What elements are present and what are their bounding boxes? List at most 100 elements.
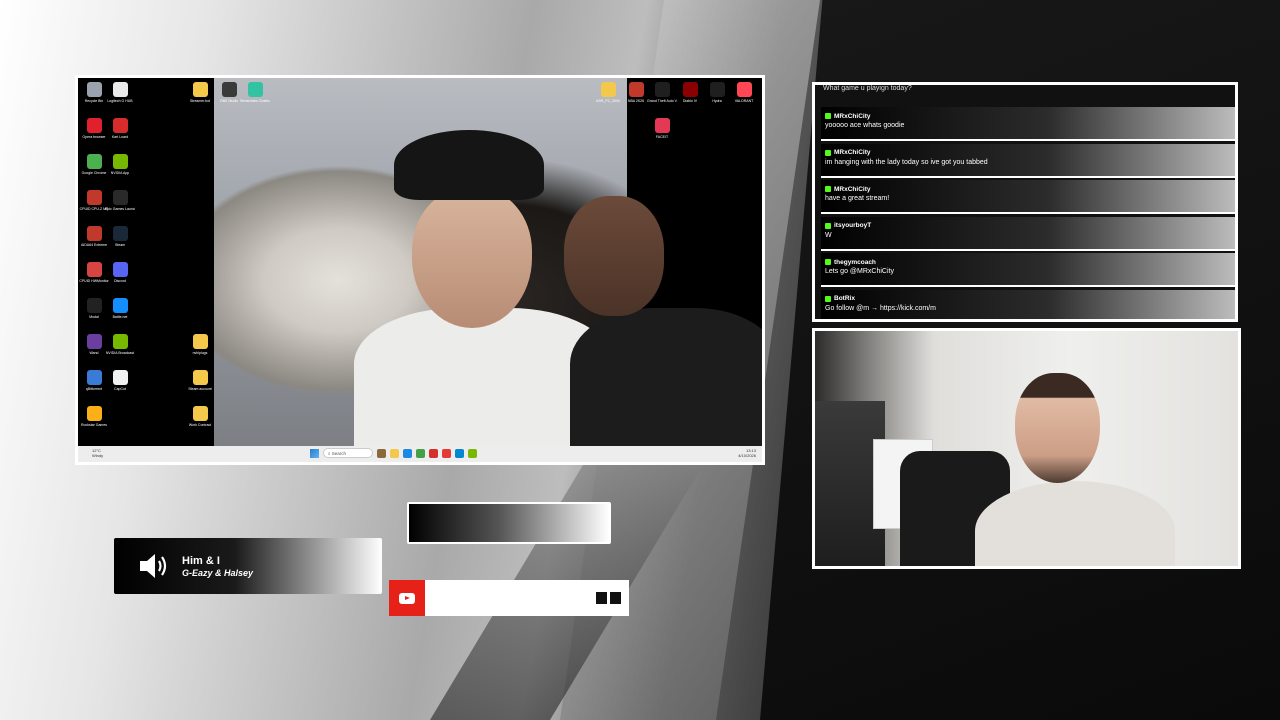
chat-message-text: Go follow @m → https://kick.com/m bbox=[825, 304, 936, 312]
desktop-icon[interactable]: Discord bbox=[106, 260, 134, 296]
desktop-icon[interactable]: NVIDIA App bbox=[106, 152, 134, 188]
pause-icon bbox=[596, 592, 621, 604]
song-artist: G-Eazy & Halsey bbox=[182, 567, 254, 578]
desktop-icon[interactable]: Grand Theft Auto V bbox=[647, 80, 677, 116]
desktop-icon[interactable]: OBS Studio bbox=[215, 80, 243, 116]
desktop-icon-label: Diablo IV bbox=[682, 99, 698, 103]
desktop-icon-label: FACEIT bbox=[655, 135, 669, 139]
desktop-icon[interactable]: Work Contract bbox=[186, 404, 214, 440]
app-icon bbox=[112, 226, 128, 241]
app-icon bbox=[600, 82, 616, 97]
desktop-icon[interactable]: CapCut bbox=[106, 368, 134, 404]
taskbar-center: ⌕ Search bbox=[310, 448, 477, 458]
chat-username-text: thegymcoach bbox=[834, 258, 876, 266]
chat-username: itsyourboyT bbox=[825, 221, 1235, 231]
windows-start-icon[interactable] bbox=[310, 448, 319, 458]
chat-message-text: Lets go @MRxChiCity bbox=[825, 268, 894, 275]
desktop-icon[interactable]: Kart Loard bbox=[106, 116, 134, 152]
desktop-icon[interactable]: Streamer.bot bbox=[186, 80, 214, 116]
desktop-icon-label: Streamer.bot bbox=[189, 99, 211, 103]
desktop-icon-label: CapCut bbox=[114, 387, 126, 391]
desktop-icon[interactable]: Steam bbox=[106, 224, 134, 260]
desktop-icon[interactable]: CPUID CPU-Z MS bbox=[80, 188, 108, 224]
desktop-icon-label: Rockstar Games bbox=[80, 423, 108, 427]
desktop-icon[interactable]: Diablo IV bbox=[676, 80, 704, 116]
chat-message: itsyourboyT W bbox=[821, 216, 1235, 251]
app-icon bbox=[112, 82, 128, 97]
desktop-icon[interactable]: Google Chrome bbox=[80, 152, 108, 188]
desktop-icon[interactable]: FACEIT bbox=[648, 116, 676, 152]
taskbar-app-icon[interactable] bbox=[416, 448, 425, 458]
taskbar-app-icon[interactable] bbox=[442, 448, 451, 458]
desktop-icon[interactable]: Epic Games Launcher bbox=[105, 188, 135, 224]
weather-desc: Windy bbox=[92, 453, 104, 458]
app-icon bbox=[192, 334, 208, 349]
app-icon bbox=[247, 82, 263, 97]
app-icon bbox=[86, 370, 102, 385]
desktop-icon[interactable]: VALORANT bbox=[730, 80, 758, 116]
app-icon bbox=[192, 370, 208, 385]
taskbar-app-icon[interactable] bbox=[455, 448, 464, 458]
taskbar-weather[interactable]: 12°C Windy bbox=[92, 448, 103, 458]
desktop-icon-label: Steam bbox=[114, 243, 126, 247]
desktop-icon[interactable]: Modal bbox=[80, 296, 108, 332]
webcam-feed bbox=[812, 328, 1241, 569]
desktop-icon[interactable]: Rockstar Games bbox=[80, 404, 108, 440]
chat-message: MRxChiCity yooooo ace whats goodie bbox=[821, 107, 1235, 141]
desktop-icon-label: Battle.net bbox=[112, 315, 128, 319]
app-icon bbox=[192, 82, 208, 97]
desktop-icon-label: Kart Loard bbox=[111, 135, 129, 139]
desktop-icon[interactable]: Wand bbox=[80, 332, 108, 368]
desktop-icon[interactable]: Recycle Bin bbox=[80, 80, 108, 116]
app-icon bbox=[192, 406, 208, 421]
desktop-icon[interactable]: Logitech G HUB bbox=[106, 80, 134, 116]
desktop-icon[interactable]: ASR_PC_3000 bbox=[594, 80, 622, 116]
kick-badge-icon bbox=[825, 259, 831, 265]
taskbar-app-icon[interactable] bbox=[429, 448, 438, 458]
chat-message-text: im hanging with the lady today so ive go… bbox=[825, 158, 988, 166]
desktop-icon-label: ASR_PC_3000 bbox=[596, 99, 620, 103]
taskbar-app-icon[interactable] bbox=[377, 448, 386, 458]
song-title: Him & I bbox=[182, 554, 220, 567]
desktop-icon[interactable]: AIDA64 Extreme bbox=[80, 224, 108, 260]
desktop-icon-label: NVIDIA Broadcast bbox=[105, 351, 135, 355]
wallpaper-figure bbox=[564, 196, 664, 316]
desktop-icon[interactable]: Hydra bbox=[703, 80, 731, 116]
taskbar-app-icon[interactable] bbox=[390, 448, 399, 458]
desktop-icon[interactable]: CPUID HWMonitor bbox=[79, 260, 109, 296]
cam-person bbox=[1015, 373, 1100, 483]
desktop-icon-label: nvhlplugs bbox=[192, 351, 208, 355]
app-icon bbox=[86, 154, 102, 169]
chat-username-text: MRxChiCity bbox=[834, 149, 871, 156]
desktop-icon[interactable]: Opera browser bbox=[80, 116, 108, 152]
app-icon bbox=[112, 370, 128, 385]
cam-person bbox=[975, 481, 1175, 566]
desktop-icon[interactable]: Battle.net bbox=[106, 296, 134, 332]
app-icon bbox=[221, 82, 237, 97]
taskbar-search-input[interactable]: ⌕ Search bbox=[323, 448, 373, 458]
taskbar-app-icon[interactable] bbox=[403, 448, 412, 458]
app-icon bbox=[86, 190, 102, 205]
chat-username: BotRix bbox=[825, 294, 1235, 304]
chat-message: MRxChiCity im hanging with the lady today… bbox=[821, 143, 1235, 178]
desktop-icon[interactable]: NVIDIA Broadcast bbox=[106, 332, 134, 368]
desktop-icon-label: Discord bbox=[114, 279, 126, 283]
desktop-icon[interactable]: NBA 2K26 bbox=[622, 80, 650, 116]
app-icon bbox=[709, 82, 725, 97]
kick-badge-icon bbox=[825, 295, 831, 302]
taskbar-clock[interactable]: 13:13 4/10/2026 bbox=[738, 448, 756, 458]
chat-username-text: BotRix bbox=[834, 295, 855, 302]
app-icon bbox=[86, 82, 102, 97]
app-icon bbox=[86, 262, 102, 277]
kick-badge-icon bbox=[825, 149, 831, 156]
desktop-icon[interactable]: qBittorrent bbox=[80, 368, 108, 404]
desktop-icon-label: Streamlabs Chatbot bbox=[240, 99, 270, 103]
app-icon bbox=[86, 118, 102, 133]
desktop-icon-label: Epic Games Launcher bbox=[105, 207, 135, 211]
taskbar-app-icon[interactable] bbox=[468, 448, 477, 458]
gradient-panel bbox=[407, 502, 611, 544]
app-icon bbox=[682, 82, 698, 97]
desktop-icon[interactable]: Streamlabs Chatbot bbox=[240, 80, 270, 116]
desktop-icon[interactable]: nvhlplugs bbox=[186, 332, 214, 368]
desktop-icon[interactable]: Steam account bbox=[186, 368, 214, 404]
